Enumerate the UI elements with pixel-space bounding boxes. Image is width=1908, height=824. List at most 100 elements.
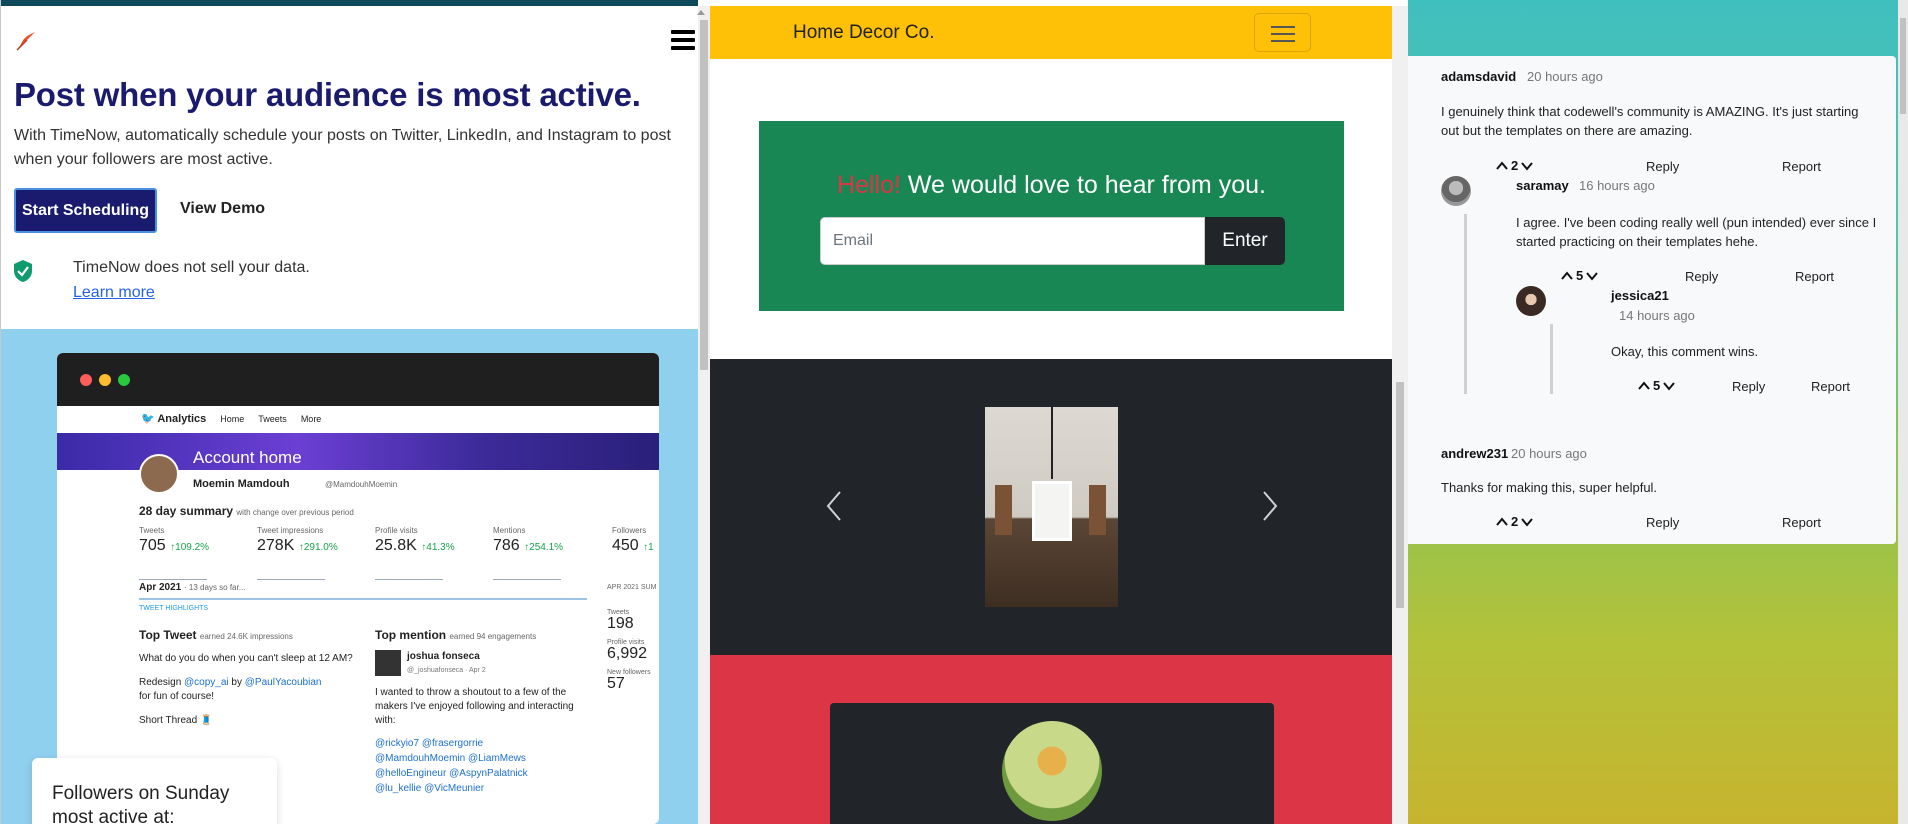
top-mention: Top mention earned 94 engagements joshua…	[375, 628, 574, 794]
reply-link[interactable]: Reply	[1646, 515, 1679, 530]
comments-panel: adamsdavid 20 hours ago I genuinely thin…	[1408, 56, 1896, 544]
navbar-toggler-button[interactable]	[1254, 13, 1311, 52]
divider	[139, 598, 587, 600]
sparkline	[257, 570, 325, 580]
contact-heading: Hello! We would love to hear from you.	[837, 171, 1266, 199]
downvote-icon[interactable]	[1585, 269, 1599, 283]
report-link[interactable]: Report	[1811, 379, 1850, 394]
reply-link[interactable]: Reply	[1685, 269, 1718, 284]
avatar	[1002, 721, 1102, 821]
report-link[interactable]: Report	[1782, 515, 1821, 530]
top-tweet-line4: Short Thread 🧵	[139, 715, 213, 726]
comment-user[interactable]: saramay	[1516, 178, 1569, 193]
account-name: Moemin Mamdouh	[193, 478, 290, 490]
hamburger-menu-icon[interactable]	[671, 30, 695, 52]
carousel-image	[985, 407, 1118, 607]
vote-count: 5	[1576, 268, 1584, 283]
testimonial-card	[830, 703, 1274, 824]
comment-time: 20 hours ago	[1511, 446, 1587, 461]
top-tweet-line2: Redesign @copy_ai by @PaulYacoubian	[139, 677, 322, 688]
vote-control: 2	[1495, 158, 1534, 173]
sparkline	[493, 570, 561, 580]
comment-text: I agree. I've been coding really well (p…	[1516, 215, 1877, 249]
upvote-icon[interactable]	[1637, 379, 1651, 393]
stat-mentions: Mentions 786 ↑254.1%	[493, 526, 564, 554]
analytics-brand: 🐦 Analytics	[141, 413, 207, 425]
vote-count: 5	[1653, 378, 1661, 393]
downvote-icon[interactable]	[1520, 159, 1534, 173]
report-link[interactable]: Report	[1782, 159, 1821, 174]
top-tweet: Top Tweet earned 24.6K impressions What …	[139, 628, 357, 728]
minimize-dot-icon	[99, 374, 111, 386]
stat-tweets: Tweets 705 ↑109.2%	[139, 526, 210, 554]
scrollbar-thumb[interactable]	[700, 20, 708, 370]
start-scheduling-button[interactable]: Start Scheduling	[14, 188, 157, 233]
comment-time: 16 hours ago	[1579, 178, 1655, 193]
upvote-icon[interactable]	[1495, 159, 1509, 173]
comment-text: I genuinely think that codewell's commun…	[1441, 104, 1859, 138]
vote-control: 5	[1560, 268, 1599, 283]
nav-tweets: Tweets	[258, 413, 287, 424]
close-dot-icon	[80, 374, 92, 386]
account-home-title: Account home	[193, 448, 302, 467]
tweet-highlights-label: TWEET HIGHLIGHTS	[139, 605, 209, 612]
email-input[interactable]: Email	[820, 217, 1205, 265]
top-strip	[1, 0, 698, 6]
sparkline	[139, 570, 207, 580]
downvote-icon[interactable]	[1662, 379, 1676, 393]
sparkline	[375, 570, 443, 580]
mention-text: I wanted to throw a shoutout to a few of…	[375, 687, 574, 726]
avatar	[1516, 286, 1546, 316]
analytics-nav: 🐦 Analytics Home Tweets More	[141, 412, 321, 425]
learn-more-link[interactable]: Learn more	[73, 284, 155, 302]
summary-title: 28 day summary with change over previous…	[139, 504, 354, 518]
scrollbar-thumb[interactable]	[1396, 382, 1404, 608]
avatar	[1441, 176, 1471, 206]
brand-name[interactable]: Home Decor Co.	[793, 22, 935, 44]
followers-card: Followers on Sunday most active at:	[32, 758, 277, 824]
comment-user[interactable]: andrew231	[1441, 446, 1508, 461]
hero-headline: Post when your audience is most active.	[14, 76, 641, 113]
comment-user[interactable]: adamsdavid	[1441, 69, 1516, 84]
testimonial-section	[710, 655, 1392, 824]
top-tweet-line3: for fun of course!	[139, 691, 215, 702]
comment-user[interactable]: jessica21	[1611, 288, 1669, 303]
monthly-summary: APR 2021 SUM Tweets 198 Profile visits 6,9…	[607, 584, 657, 692]
mention-tags: @rickyio7 @frasergorrie @MamdouhMoemin @…	[375, 738, 528, 794]
scrollbar-thumb[interactable]	[1900, 18, 1906, 114]
comment-time: 20 hours ago	[1527, 69, 1603, 84]
avatar	[139, 454, 179, 494]
hero-subtext: With TimeNow, automatically schedule you…	[14, 127, 671, 168]
thread-line	[1464, 214, 1467, 394]
downvote-icon[interactable]	[1520, 515, 1534, 529]
scrollbar-track[interactable]	[1898, 0, 1908, 824]
report-link[interactable]: Report	[1795, 269, 1834, 284]
vote-control: 5	[1637, 378, 1676, 393]
comment-time: 14 hours ago	[1619, 308, 1695, 323]
feather-logo-icon[interactable]	[13, 28, 39, 54]
mention-name: joshua fonseca	[407, 651, 480, 662]
view-demo-button[interactable]: View Demo	[180, 200, 265, 218]
analytics-screenshot: 🐦 Analytics Home Tweets More Account hom…	[57, 353, 659, 824]
comments-pane: adamsdavid 20 hours ago I genuinely thin…	[1408, 0, 1908, 824]
contact-section: Hello! We would love to hear from you. E…	[759, 121, 1344, 311]
chevron-left-icon[interactable]	[824, 489, 844, 523]
vote-count: 2	[1511, 514, 1519, 529]
enter-button[interactable]: Enter	[1205, 217, 1285, 265]
chevron-right-icon[interactable]	[1260, 489, 1280, 523]
maximize-dot-icon	[118, 374, 130, 386]
stat-followers: Followers 450 ↑1	[612, 526, 654, 554]
window-titlebar	[57, 353, 659, 406]
upvote-icon[interactable]	[1560, 269, 1574, 283]
scroll-up-arrow-icon[interactable]	[696, 8, 706, 16]
comment-text: Okay, this comment wins.	[1611, 344, 1759, 359]
upvote-icon[interactable]	[1495, 515, 1509, 529]
month-title: Apr 2021 · 13 days so far...	[139, 582, 246, 593]
top-tweet-text: What do you do when you can't sleep at 1…	[139, 653, 353, 664]
carousel	[710, 359, 1392, 655]
stat-impressions: Tweet impressions 278K ↑291.0%	[257, 526, 338, 554]
shield-check-icon	[14, 260, 32, 282]
reply-link[interactable]: Reply	[1732, 379, 1765, 394]
privacy-text: TimeNow does not sell your data.	[73, 259, 310, 276]
reply-link[interactable]: Reply	[1646, 159, 1679, 174]
